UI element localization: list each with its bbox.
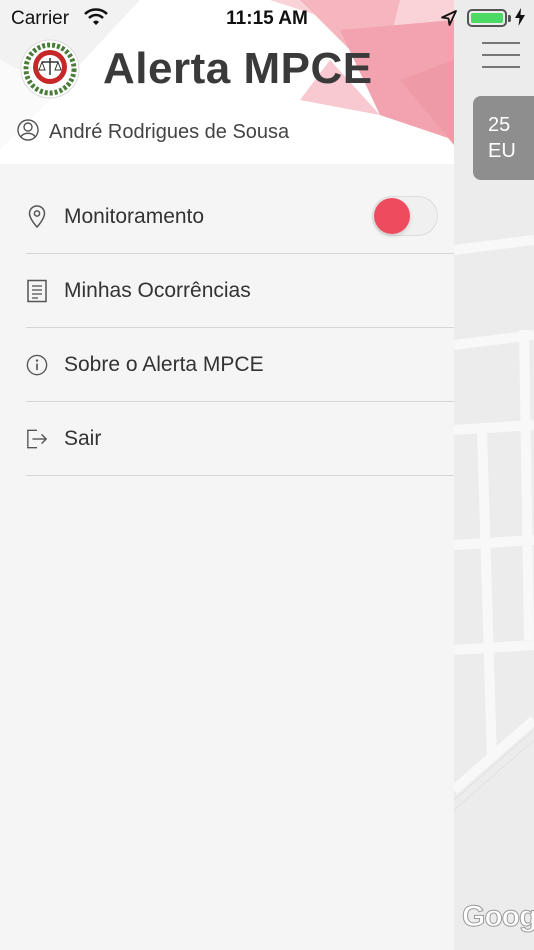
menu-label: Monitoramento bbox=[64, 204, 205, 228]
status-bar: Carrier 11:15 AM bbox=[0, 0, 534, 36]
map-attribution: Goog bbox=[461, 900, 534, 934]
map-card-line1: 25 bbox=[488, 114, 511, 136]
user-profile[interactable]: André Rodrigues de Sousa bbox=[17, 118, 289, 147]
info-icon bbox=[26, 353, 48, 377]
user-name: André Rodrigues de Sousa bbox=[49, 121, 290, 143]
battery-icon bbox=[467, 9, 507, 27]
document-list-icon bbox=[26, 279, 48, 303]
menu-label: Sair bbox=[64, 426, 102, 450]
hamburger-menu-icon[interactable] bbox=[482, 42, 520, 68]
menu-item-sobre[interactable]: Sobre o Alerta MPCE bbox=[26, 328, 454, 402]
side-drawer: Alerta MPCE André Rodrigues de Sousa Mon… bbox=[0, 0, 454, 950]
menu-label: Minhas Ocorrências bbox=[64, 278, 251, 302]
location-arrow-icon bbox=[440, 9, 458, 33]
menu-label: Sobre o Alerta MPCE bbox=[64, 352, 264, 376]
app-title: Alerta MPCE bbox=[103, 44, 373, 93]
charging-bolt-icon bbox=[514, 8, 526, 32]
map-card-line2: EU bbox=[488, 140, 516, 162]
toggle-knob bbox=[374, 198, 410, 234]
app-logo bbox=[20, 39, 80, 99]
map-view[interactable]: 25 EU Goog bbox=[454, 0, 534, 950]
battery-level bbox=[471, 13, 503, 23]
logout-icon bbox=[26, 427, 48, 451]
drawer-menu: Monitoramento Minhas Ocorrências Sobre o… bbox=[0, 180, 454, 476]
battery-tip bbox=[508, 15, 511, 22]
menu-item-monitoramento[interactable]: Monitoramento bbox=[26, 180, 454, 254]
location-pin-icon bbox=[26, 204, 48, 229]
user-icon bbox=[17, 118, 39, 147]
monitoramento-toggle[interactable] bbox=[372, 196, 438, 236]
map-info-card[interactable]: 25 EU bbox=[473, 96, 534, 180]
menu-item-sair[interactable]: Sair bbox=[26, 402, 454, 476]
menu-item-minhas-ocorrencias[interactable]: Minhas Ocorrências bbox=[26, 254, 454, 328]
